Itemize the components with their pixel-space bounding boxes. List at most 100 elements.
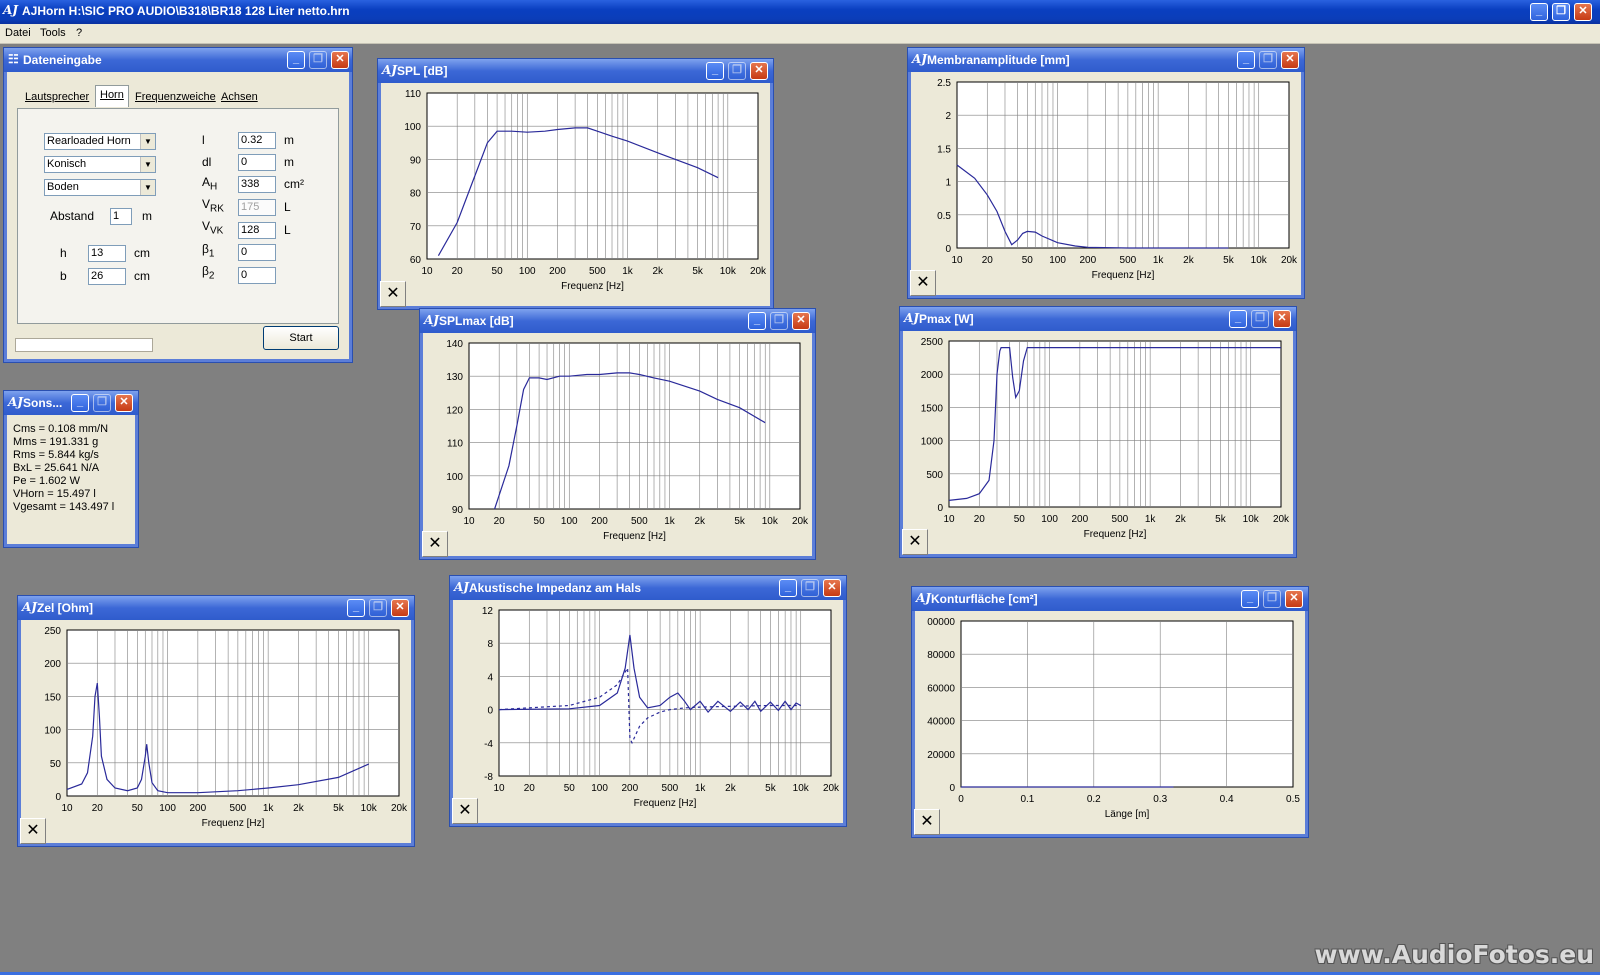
maximize-button[interactable]: ❐ (728, 62, 746, 80)
minimize-button[interactable]: _ (748, 312, 766, 330)
menu-tools[interactable]: Tools (40, 27, 66, 39)
progress-bar (15, 338, 153, 352)
vvk-field[interactable]: 128 (238, 222, 276, 239)
x-tick-label: 10 (421, 266, 433, 277)
close-chart-button[interactable]: ✕ (20, 818, 46, 844)
minimize-button[interactable]: _ (706, 62, 724, 80)
zel-titlebar[interactable]: AJ Zel [Ohm] _ ❐ ✕ (18, 596, 414, 620)
h-field[interactable]: 13 (88, 245, 126, 262)
x-tick-label: 1k (695, 783, 707, 794)
tab-horn[interactable]: Horn (95, 85, 129, 107)
close-chart-button[interactable]: ✕ (910, 270, 936, 296)
close-button[interactable]: ✕ (1273, 310, 1291, 328)
watermark: www.AudioFotos.eu (1314, 940, 1594, 969)
plot-area (468, 342, 801, 510)
x-tick-label: 5k (1223, 255, 1235, 266)
close-button[interactable]: ✕ (331, 51, 349, 69)
x-tick-label: 10k (793, 783, 810, 794)
abstand-unit: m (142, 209, 152, 223)
dateneingabe-titlebar[interactable]: ☷ Dateneingabe _ ❐ ✕ (4, 48, 352, 72)
close-chart-button[interactable]: ✕ (380, 281, 406, 307)
x-tick-label: 200 (591, 516, 608, 527)
beta2-field[interactable]: 0 (238, 267, 276, 284)
close-button[interactable]: ✕ (115, 394, 133, 412)
dl-field[interactable]: 0 (238, 154, 276, 171)
aj-logo-icon: AJ (454, 580, 469, 594)
maximize-button[interactable]: ❐ (801, 579, 819, 597)
maximize-button[interactable]: ❐ (1263, 590, 1281, 608)
close-chart-button[interactable]: ✕ (422, 531, 448, 557)
close-chart-button[interactable]: ✕ (902, 529, 928, 555)
minimize-button[interactable]: _ (1237, 51, 1255, 69)
y-tick-label: 20000 (927, 750, 955, 761)
minimize-button[interactable]: _ (1241, 590, 1259, 608)
ah-label: AH (202, 175, 218, 193)
minimize-button[interactable]: _ (1229, 310, 1247, 328)
app-titlebar[interactable]: AJ AJHorn H:\SIC PRO AUDIO\B318\BR18 128… (0, 0, 1600, 24)
y-tick-label: 12 (482, 606, 494, 617)
y-tick-label: 90 (410, 155, 422, 166)
x-tick-label: 20k (1281, 255, 1298, 266)
zel-window: AJ Zel [Ohm] _ ❐ ✕ 250 200 150 100 50 0 10 20 50… (18, 596, 414, 846)
konturflaeche-titlebar[interactable]: AJ Konturfläche [cm²] _ ❐ ✕ (912, 587, 1308, 611)
menu-datei[interactable]: Datei (5, 27, 31, 39)
tab-achsen[interactable]: Achsen (221, 88, 258, 106)
close-button[interactable]: ✕ (750, 62, 768, 80)
tab-frequenzweiche[interactable]: Frequenzweiche (135, 88, 216, 106)
splmax-titlebar[interactable]: AJ SPLmax [dB] _ ❐ ✕ (420, 309, 815, 333)
abstand-field[interactable]: 1 (110, 208, 132, 225)
y-tick-label: 1500 (921, 403, 944, 414)
y-tick-label: 140 (446, 339, 463, 350)
maximize-button[interactable]: ❐ (770, 312, 788, 330)
app-close-button[interactable]: ✕ (1574, 3, 1592, 21)
konturflaeche-window: AJ Konturfläche [cm²] _ ❐ ✕ 00000 80000 60… (912, 587, 1308, 837)
ah-field[interactable]: 338 (238, 176, 276, 193)
close-button[interactable]: ✕ (1281, 51, 1299, 69)
y-tick-label: -8 (484, 772, 493, 783)
x-tick-label: 2k (1175, 514, 1187, 525)
x-tick-label: 100 (519, 266, 536, 277)
close-chart-button[interactable]: ✕ (914, 809, 940, 835)
y-tick-label: 0 (945, 244, 951, 255)
l-field[interactable]: 0.32 (238, 132, 276, 149)
close-button[interactable]: ✕ (792, 312, 810, 330)
aj-logo-icon: AJ (904, 311, 919, 325)
sonstiges-titlebar[interactable]: AJ Sons... _ ❐ ✕ (4, 391, 138, 415)
close-chart-button[interactable]: ✕ (452, 798, 478, 824)
app-restore-button[interactable]: ❐ (1552, 3, 1570, 21)
beta1-label: β1 (202, 242, 215, 260)
close-button[interactable]: ✕ (823, 579, 841, 597)
placement-select[interactable]: Boden ▼ (44, 179, 156, 196)
horn-type-select[interactable]: Rearloaded Horn ▼ (44, 133, 156, 150)
pmax-titlebar[interactable]: AJ Pmax [W] _ ❐ ✕ (900, 307, 1296, 331)
minimize-button[interactable]: _ (779, 579, 797, 597)
maximize-button[interactable]: ❐ (369, 599, 387, 617)
param-line: Vgesamt = 143.497 l (13, 501, 115, 513)
vrk-unit: L (284, 200, 291, 214)
spl-titlebar[interactable]: AJ SPL [dB] _ ❐ ✕ (378, 59, 773, 83)
y-tick-label: 40000 (927, 717, 955, 728)
minimize-button[interactable]: _ (347, 599, 365, 617)
aj-logo-icon: AJ (8, 395, 23, 409)
maximize-button[interactable]: ❐ (93, 394, 111, 412)
start-button[interactable]: Start (263, 326, 339, 350)
b-field[interactable]: 26 (88, 268, 126, 285)
close-button[interactable]: ✕ (391, 599, 409, 617)
menu-help[interactable]: ? (76, 27, 82, 39)
y-tick-label: 0 (487, 706, 493, 717)
minimize-button[interactable]: _ (71, 394, 89, 412)
tab-lautsprecher[interactable]: Lautsprecher (25, 88, 89, 106)
membranamplitude-titlebar[interactable]: AJ Membranamplitude [mm] _ ❐ ✕ (908, 48, 1304, 72)
close-button[interactable]: ✕ (1285, 590, 1303, 608)
akustische-impedanz-titlebar[interactable]: AJ Akustische Impedanz am Hals _ ❐ ✕ (450, 576, 846, 600)
beta1-field[interactable]: 0 (238, 244, 276, 261)
minimize-button[interactable]: _ (287, 51, 305, 69)
maximize-button[interactable]: ❐ (1251, 310, 1269, 328)
y-tick-label: 150 (44, 692, 61, 703)
x-axis-label: Frequenz [Hz] (202, 818, 265, 829)
x-tick-label: 5k (692, 266, 704, 277)
profile-select[interactable]: Konisch ▼ (44, 156, 156, 173)
maximize-button[interactable]: ❐ (309, 51, 327, 69)
maximize-button[interactable]: ❐ (1259, 51, 1277, 69)
app-minimize-button[interactable]: _ (1530, 3, 1548, 21)
